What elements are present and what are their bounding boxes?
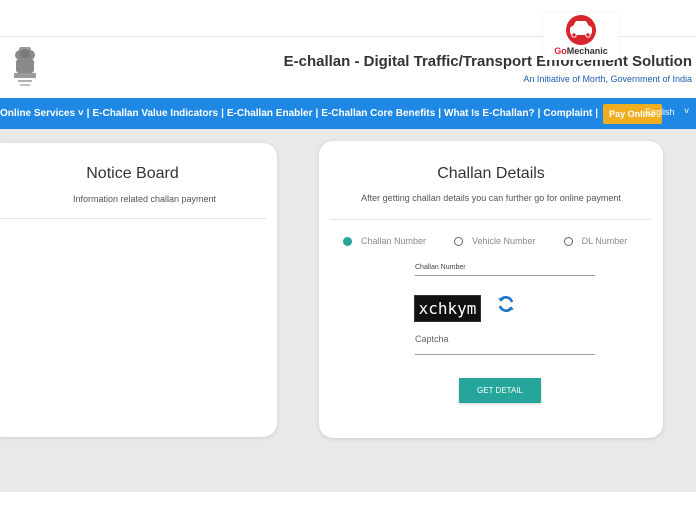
radio-checked-icon[interactable] — [343, 236, 352, 246]
chevron-down-icon[interactable]: ˅ — [684, 106, 689, 116]
nav-complaint[interactable]: Complaint — [543, 108, 592, 119]
captcha-text: xchkym — [418, 299, 477, 318]
nav-separator: | — [221, 108, 224, 119]
captcha-input[interactable] — [415, 354, 595, 355]
nav-separator: | — [537, 108, 541, 119]
language-select[interactable]: English — [645, 107, 675, 117]
radio-unchecked-icon[interactable] — [454, 236, 464, 246]
challan-details-subtitle: After getting challan details you can fu… — [361, 193, 621, 203]
national-emblem-icon — [14, 47, 36, 86]
nav-separator: | — [438, 108, 442, 119]
brand-suffix: Mechanic — [566, 46, 608, 56]
gomechanic-label: GoMechanic — [543, 46, 619, 56]
get-detail-button[interactable]: GET DETAIL — [459, 378, 541, 403]
page: E-challan - Digital Traffic/Transport En… — [0, 0, 696, 522]
radio-challan-number[interactable]: Challan Number — [343, 236, 426, 246]
site-subtitle: An Initiative of Morth, Government of In… — [523, 74, 692, 84]
footer-strip — [0, 492, 696, 522]
refresh-icon[interactable] — [495, 293, 517, 315]
challan-number-label: Challan Number — [415, 264, 466, 271]
nav-enabler[interactable]: E-Challan Enabler — [227, 108, 313, 119]
challan-details-divider — [331, 219, 651, 220]
radio-vehicle-number[interactable]: Vehicle Number — [454, 236, 536, 246]
radio-unchecked-icon[interactable] — [563, 236, 573, 246]
brand-prefix: Go — [554, 46, 567, 56]
nav-value-indicators[interactable]: E-Challan Value Indicators — [92, 108, 218, 119]
captcha-image: xchkym — [414, 295, 481, 322]
radio-label: DL Number — [581, 236, 628, 246]
notice-board-subtitle: Information related challan payment — [72, 194, 217, 204]
challan-number-input[interactable] — [415, 275, 595, 276]
site-title: E-challan - Digital Traffic/Transport En… — [283, 53, 692, 70]
notice-board-title: Notice Board — [86, 165, 179, 182]
nav-separator: | — [595, 108, 599, 119]
radio-dl-number[interactable]: DL Number — [563, 236, 628, 246]
nav-what-is-echallan[interactable]: What Is E-Challan? — [444, 108, 535, 119]
captcha-placeholder: Captcha — [415, 334, 449, 344]
nav-online-services[interactable]: Online Services ˅ — [0, 108, 84, 119]
notice-board-divider — [0, 218, 266, 219]
search-type-radio-group: Challan Number Vehicle Number DL Number — [343, 236, 655, 246]
radio-label: Vehicle Number — [472, 236, 536, 246]
notice-board-card: Notice Board Information related challan… — [0, 143, 277, 437]
car-icon — [566, 15, 596, 45]
nav-core-benefits[interactable]: E-Challan Core Benefits — [321, 108, 435, 119]
nav-separator: | — [315, 108, 319, 119]
radio-label: Challan Number — [361, 236, 427, 246]
main-navbar: Online Services ˅ | E-Challan Value Indi… — [0, 98, 696, 129]
nav-separator: | — [86, 108, 90, 119]
challan-details-title: Challan Details — [437, 165, 545, 182]
gomechanic-watermark: GoMechanic — [543, 12, 619, 60]
nav-items: Online Services ˅ | E-Challan Value Indi… — [0, 103, 662, 124]
